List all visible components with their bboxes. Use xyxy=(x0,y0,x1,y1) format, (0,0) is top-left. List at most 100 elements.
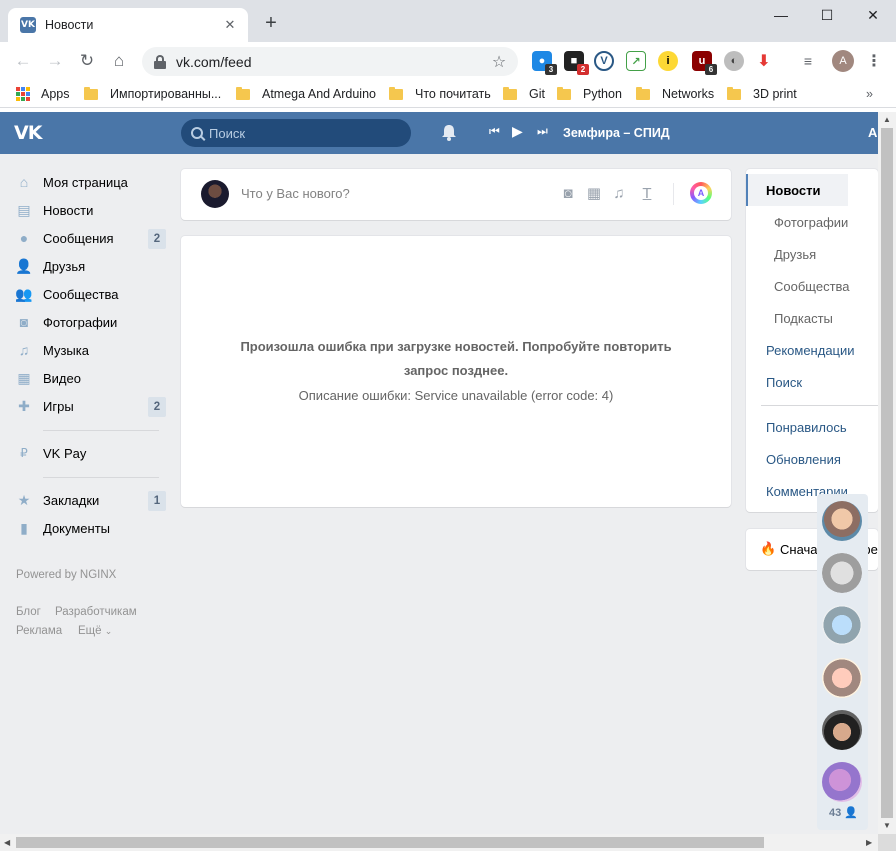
chat-avatar[interactable] xyxy=(822,762,862,802)
bookmark-folder[interactable]: Что почитать xyxy=(389,85,491,103)
online-count[interactable]: 43 👤 xyxy=(829,806,858,819)
footer-link-developers[interactable]: Разработчикам xyxy=(55,606,137,618)
bookmarks-overflow-icon[interactable]: » xyxy=(866,85,873,103)
extension-v-icon[interactable]: V xyxy=(594,51,614,71)
sidebar-item-friends[interactable]: 👤 Друзья xyxy=(15,255,166,277)
filter-photos[interactable]: Фотографии xyxy=(774,215,848,230)
folder-icon xyxy=(503,86,517,100)
sidebar-item-my-page[interactable]: ⌂ Моя страница xyxy=(16,171,166,193)
sidebar-item-communities[interactable]: 👥 Сообщества xyxy=(15,283,166,305)
video-icon: ▦ xyxy=(17,369,31,386)
sidebar-item-vkpay[interactable]: ₽ VK Pay xyxy=(16,442,166,464)
chrome-menu-icon[interactable]: ⋮ xyxy=(864,51,884,71)
ublock-icon[interactable]: u6 xyxy=(692,51,717,75)
minimize-button[interactable]: — xyxy=(758,0,804,30)
filter-communities[interactable]: Сообщества xyxy=(774,279,850,294)
tab-close-icon[interactable]: ✕ xyxy=(222,17,238,33)
reload-button[interactable]: ↻ xyxy=(75,49,99,73)
footer-link-more[interactable]: Ещё ⌄ xyxy=(78,625,112,637)
extension-chart-icon[interactable]: ↗ xyxy=(626,51,646,71)
post-color-icon[interactable]: A xyxy=(690,182,712,204)
post-composer[interactable]: Что у Вас нового? ◙ ▦ ♫ T̲ A xyxy=(181,169,731,220)
article-icon[interactable]: T̲ xyxy=(637,183,657,203)
bookmark-star-icon[interactable]: ☆ xyxy=(489,52,509,72)
filter-search[interactable]: Поиск xyxy=(766,375,802,390)
extension-ghost-icon[interactable]: ● 3 xyxy=(532,51,557,75)
bookmark-folder[interactable]: 3D print xyxy=(727,85,797,103)
new-tab-button[interactable]: + xyxy=(260,12,282,34)
filter-podcasts[interactable]: Подкасты xyxy=(774,311,833,326)
url-text: vk.com/feed xyxy=(176,53,252,70)
filter-updates[interactable]: Обновления xyxy=(766,452,841,467)
now-playing-track[interactable]: Земфира – СПИД xyxy=(563,126,670,140)
messages-icon: ● xyxy=(19,230,29,246)
scroll-down-icon[interactable]: ▼ xyxy=(883,821,891,830)
sidebar-item-documents[interactable]: ▮ Документы xyxy=(16,517,166,539)
search-icon xyxy=(191,127,203,139)
vk-search-input[interactable]: Поиск xyxy=(181,119,411,147)
bookmark-folder[interactable]: Networks xyxy=(636,85,714,103)
vertical-scroll-thumb[interactable] xyxy=(881,128,893,818)
sidebar-item-music[interactable]: ♫ Музыка xyxy=(16,339,166,361)
chat-avatar[interactable] xyxy=(822,658,862,698)
prev-track-icon[interactable]: ⏮ xyxy=(489,124,500,139)
scrollbar-corner xyxy=(878,834,896,851)
forward-button[interactable]: → xyxy=(43,49,67,73)
chat-avatar[interactable] xyxy=(822,553,862,593)
download-arrow-icon[interactable]: ⬇ xyxy=(754,51,774,71)
sidebar-item-bookmarks[interactable]: ★ Закладки 1 xyxy=(16,489,166,511)
horizontal-scrollbar[interactable]: ◀ ▶ xyxy=(0,834,878,851)
filter-recommendations[interactable]: Рекомендации xyxy=(766,343,855,358)
horizontal-scroll-thumb[interactable] xyxy=(16,837,764,848)
bookmark-folder[interactable]: Импортированны... xyxy=(84,85,221,103)
camera-icon[interactable]: ◙ xyxy=(558,183,578,203)
sidebar-item-messages[interactable]: ● Сообщения 2 xyxy=(16,227,166,249)
address-bar[interactable]: vk.com/feed ☆ xyxy=(142,47,518,76)
extension-black-icon[interactable]: ■ 2 xyxy=(564,51,589,75)
sidebar-item-games[interactable]: ✚ Игры 2 xyxy=(16,395,166,417)
browser-tab[interactable]: VK Новости ✕ xyxy=(8,8,248,42)
sidebar-divider xyxy=(43,477,159,478)
next-track-icon[interactable]: ⏭ xyxy=(537,124,548,139)
bell-icon[interactable] xyxy=(440,124,458,142)
extension-i-icon[interactable]: i xyxy=(658,51,678,71)
back-button[interactable]: ← xyxy=(11,49,35,73)
header-profile-link[interactable]: A xyxy=(868,125,877,140)
scroll-up-icon[interactable]: ▲ xyxy=(883,115,891,124)
filter-friends[interactable]: Друзья xyxy=(774,247,816,262)
user-avatar[interactable] xyxy=(201,180,229,208)
scroll-right-icon[interactable]: ▶ xyxy=(866,838,872,847)
home-button[interactable]: ⌂ xyxy=(107,49,131,73)
footer-link-blog[interactable]: Блог xyxy=(16,606,41,618)
right-menu-divider xyxy=(761,405,878,406)
sidebar-item-photos[interactable]: ◙ Фотографии xyxy=(16,311,166,333)
profile-avatar[interactable]: A xyxy=(832,50,854,72)
scroll-left-icon[interactable]: ◀ xyxy=(4,838,10,847)
footer-link-ads[interactable]: Реклама xyxy=(16,625,62,637)
post-placeholder[interactable]: Что у Вас нового? xyxy=(241,186,350,201)
media-control-icon[interactable]: ≡ xyxy=(798,51,818,71)
bookmark-folder[interactable]: Atmega And Arduino xyxy=(236,85,376,103)
maximize-button[interactable]: ☐ xyxy=(804,0,850,30)
video-icon[interactable]: ▦ xyxy=(584,183,604,203)
bookmark-apps[interactable]: Apps xyxy=(16,85,70,103)
sidebar-item-news[interactable]: ▤ Новости xyxy=(16,199,166,221)
vk-logo-icon[interactable]: VK xyxy=(14,122,60,144)
extension-circle-icon[interactable]: ◐ xyxy=(724,51,744,71)
chat-avatar[interactable] xyxy=(822,710,862,750)
folder-icon xyxy=(636,86,650,100)
play-icon[interactable]: ▶ xyxy=(512,123,523,140)
star-icon: ★ xyxy=(17,491,31,508)
vk-header: VK Поиск ⏮ ▶ ⏭ Земфира – СПИД A xyxy=(0,112,878,154)
vertical-scrollbar[interactable]: ▲ ▼ xyxy=(878,112,896,834)
chat-avatar[interactable] xyxy=(822,605,862,645)
chat-avatar[interactable] xyxy=(822,501,862,541)
music-icon[interactable]: ♫ xyxy=(609,183,629,203)
folder-icon xyxy=(236,86,250,100)
close-window-button[interactable]: ✕ xyxy=(850,0,896,30)
sidebar-item-video[interactable]: ▦ Видео xyxy=(16,367,166,389)
filter-news[interactable]: Новости xyxy=(766,183,821,198)
bookmark-folder[interactable]: Python xyxy=(557,85,622,103)
bookmark-folder[interactable]: Git xyxy=(503,85,545,103)
filter-liked[interactable]: Понравилось xyxy=(766,420,847,435)
